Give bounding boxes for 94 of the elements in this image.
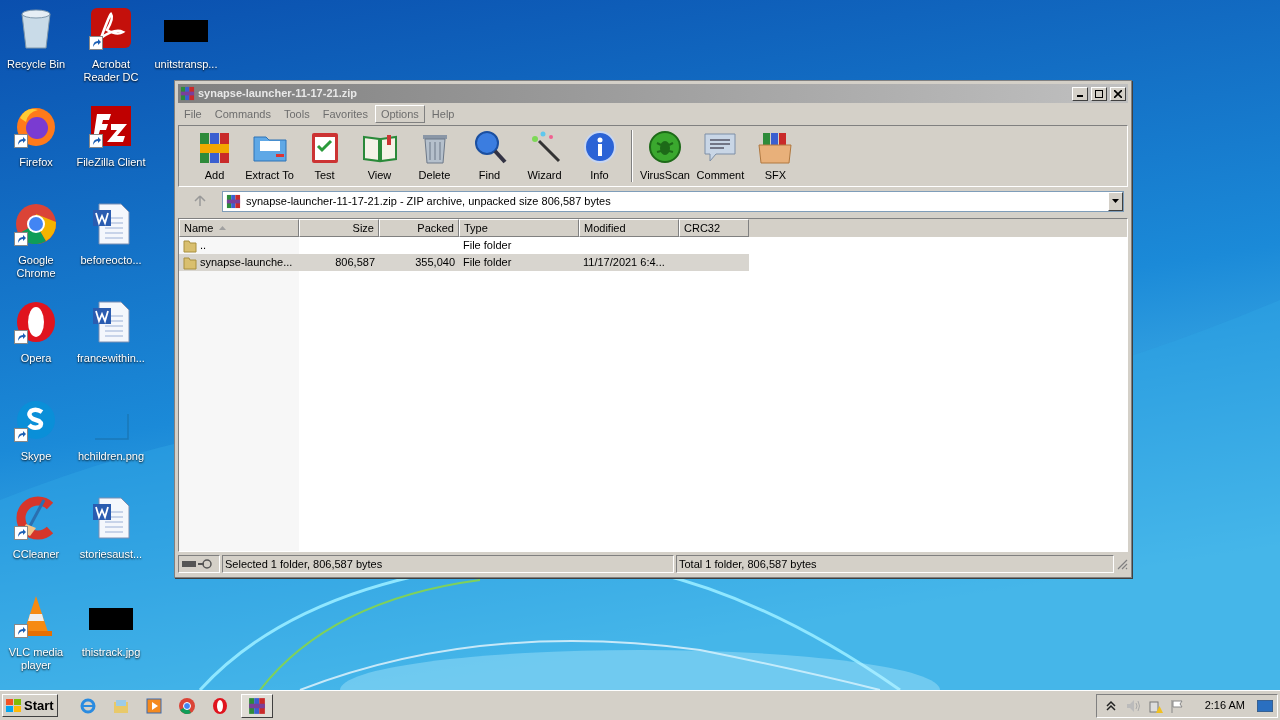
start-button[interactable]: Start [2, 694, 58, 717]
window-title: synapse-launcher-11-17-21.zip [198, 86, 358, 102]
opera-icon [210, 696, 229, 715]
desktop-icon-label: hchildren.png [77, 450, 145, 463]
maximize-icon [1095, 89, 1103, 98]
column-header[interactable]: Type [459, 219, 579, 237]
file-row[interactable]: synapse-launche... 806,587 355,040 File folder 11/17/2021 6:4... [179, 254, 749, 271]
desktop-shortcut[interactable]: beforeocto... [73, 202, 149, 267]
filezilla-icon [89, 104, 133, 148]
desktop-shortcut[interactable]: Recycle Bin [0, 6, 74, 71]
show-desktop-icon[interactable] [1257, 699, 1273, 712]
desktop-icon-label: beforeocto... [80, 254, 142, 267]
key-icon [198, 559, 212, 569]
desktop-icon-label: thistrack.jpg [81, 646, 141, 659]
info-icon [581, 128, 618, 165]
table-cell-text: File folder [463, 238, 512, 254]
toolbar-button[interactable]: Info [572, 127, 627, 185]
clock: 2:16 AM [1204, 698, 1245, 714]
status-text: Total 1 folder, 806,587 bytes [676, 555, 1114, 573]
media-player-icon [144, 696, 163, 715]
status-text: Selected 1 folder, 806,587 bytes [222, 555, 674, 573]
desktop-shortcut[interactable]: Opera [0, 300, 74, 365]
toolbar-button[interactable]: SFX [747, 127, 803, 185]
table-cell-text: 355,040 [415, 255, 455, 271]
folder-icon [183, 238, 197, 253]
desktop-shortcut[interactable]: unitstransp... [148, 6, 224, 71]
desktop-icon-label: Firefox [19, 156, 53, 169]
desktop-shortcut[interactable]: Firefox [0, 104, 74, 169]
toolbar-button[interactable]: VirusScan [637, 127, 693, 185]
menu-item[interactable]: Commands [208, 105, 277, 123]
desktop-icon-label: Skype [20, 450, 52, 463]
menu-item[interactable]: Favorites [316, 105, 374, 123]
table-cell-text: File folder [463, 255, 512, 271]
bug-scan-icon [646, 128, 683, 165]
desktop-shortcut[interactable]: francewithin... [73, 300, 149, 365]
resize-grip-icon[interactable] [1116, 558, 1128, 570]
desktop-icon-label: VLC media player [7, 646, 65, 672]
desktop-icon-label: Opera [20, 352, 52, 365]
toolbar-button[interactable]: Find [462, 127, 517, 185]
column-header[interactable]: Modified [579, 219, 679, 237]
minimize-button[interactable] [1072, 86, 1088, 101]
desktop-shortcut[interactable]: Acrobat Reader DC [73, 6, 149, 84]
taskbar-button[interactable] [240, 693, 273, 718]
table-cell-text: .. [200, 238, 207, 254]
minimize-icon [1077, 95, 1083, 97]
desktop-icon-label: Google Chrome [15, 254, 57, 280]
menu-item[interactable]: Tools [278, 105, 316, 123]
archive-icon [180, 86, 195, 101]
image-file-icon [95, 414, 129, 440]
caret-icon [1112, 199, 1119, 203]
column-header[interactable]: Name [179, 219, 299, 237]
desktop-icon-label: Acrobat Reader DC [82, 58, 140, 84]
table-cell-text: synapse-launche... [200, 255, 293, 271]
menu-item[interactable]: Options [374, 105, 425, 123]
address-field[interactable]: synapse-launcher-11-17-21.zip - ZIP archive, unpacked size 806,587 bytes [222, 190, 1124, 212]
up-arrow-icon [194, 195, 206, 207]
pdf-icon [89, 6, 133, 50]
close-button[interactable] [1110, 86, 1126, 101]
dropdown-button[interactable] [1108, 191, 1123, 211]
table-cell-text: 11/17/2021 6:4... [583, 255, 665, 271]
folder-icon [183, 255, 197, 270]
desktop-icon-label: CCleaner [12, 548, 60, 561]
desktop-icon-label: FileZilla Client [76, 156, 146, 169]
sort-arrow-icon [219, 226, 227, 230]
toolbar-button[interactable]: Wizard [517, 127, 572, 185]
archive-icon [247, 696, 266, 715]
desktop-icon-label: storiesaust... [79, 548, 143, 561]
toolbar-button[interactable]: Add [187, 127, 242, 185]
column-header[interactable]: Packed [379, 219, 459, 237]
opera-icon [14, 300, 58, 344]
column-header[interactable]: CRC32 [679, 219, 749, 237]
archive-icon [226, 193, 241, 209]
toolbar-button[interactable]: Delete [407, 127, 462, 185]
toolbar-button[interactable]: Extract To [242, 127, 297, 185]
desktop-icon-label: francewithin... [77, 352, 145, 365]
close-icon [1114, 89, 1122, 98]
skype-icon [14, 398, 58, 442]
desktop-shortcut[interactable]: Google Chrome [0, 202, 74, 280]
windows-logo-icon [6, 698, 22, 713]
column-header[interactable]: Size [299, 219, 379, 237]
desktop-shortcut[interactable]: Skype [0, 398, 74, 463]
table-cell-text: 806,587 [335, 255, 375, 271]
file-row[interactable]: .. File folder [179, 237, 749, 254]
internet-explorer-icon [78, 696, 97, 715]
desktop-icon-label: unitstransp... [154, 58, 218, 71]
toolbar-button[interactable]: Comment [692, 127, 748, 185]
desktop-shortcut[interactable]: FileZilla Client [73, 104, 149, 169]
drive-icon [182, 561, 196, 567]
desktop-icon-label: Recycle Bin [6, 58, 66, 71]
chrome-icon [177, 696, 196, 715]
toolbar-button[interactable]: Test [297, 127, 352, 185]
maximize-button[interactable] [1091, 86, 1107, 101]
toolbar-button[interactable]: View [352, 127, 407, 185]
flag-icon[interactable] [1168, 697, 1185, 714]
